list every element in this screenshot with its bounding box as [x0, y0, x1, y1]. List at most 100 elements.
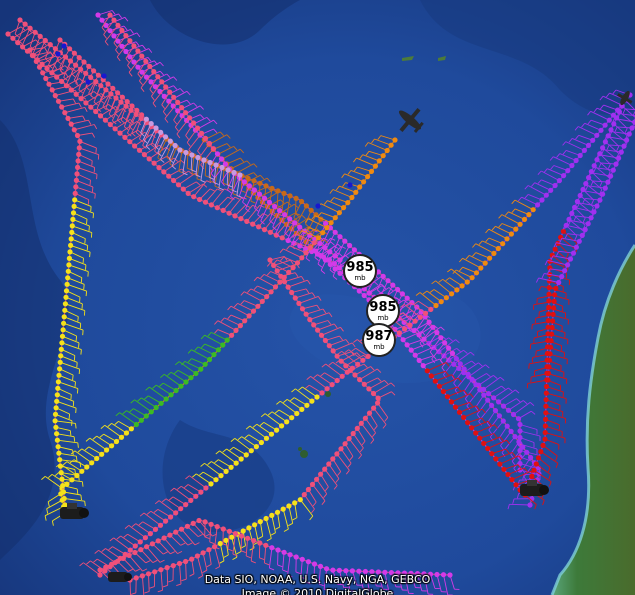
observation-dot[interactable]: [226, 528, 232, 534]
observation-dot[interactable]: [115, 22, 121, 28]
observation-dot[interactable]: [93, 108, 99, 115]
observation-dot[interactable]: [556, 279, 562, 286]
observation-dot[interactable]: [220, 342, 226, 348]
observation-dot[interactable]: [535, 202, 541, 208]
observation-dot[interactable]: [548, 338, 554, 344]
observation-dot[interactable]: [266, 199, 273, 205]
observation-dot[interactable]: [68, 236, 74, 242]
observation-dot[interactable]: [68, 242, 74, 248]
observation-dot[interactable]: [505, 471, 511, 478]
observation-dot[interactable]: [57, 457, 63, 463]
observation-dot[interactable]: [59, 104, 65, 110]
observation-dot[interactable]: [500, 241, 506, 247]
observation-dot[interactable]: [380, 153, 386, 159]
observation-dot[interactable]: [565, 262, 571, 268]
observation-dot[interactable]: [206, 547, 212, 553]
observation-dot[interactable]: [342, 238, 348, 244]
observation-dot[interactable]: [55, 51, 61, 57]
observation-dot[interactable]: [69, 229, 75, 235]
observation-dot[interactable]: [293, 195, 299, 201]
observation-dot[interactable]: [473, 382, 479, 388]
observation-dot[interactable]: [179, 105, 185, 111]
observation-dot[interactable]: [352, 372, 358, 378]
observation-dot[interactable]: [332, 215, 338, 221]
observation-dot[interactable]: [315, 327, 321, 333]
observation-dot[interactable]: [198, 366, 204, 372]
observation-dot[interactable]: [76, 145, 82, 151]
observation-dot[interactable]: [508, 231, 514, 237]
observation-dot[interactable]: [268, 431, 275, 437]
observation-dot[interactable]: [426, 319, 432, 325]
observation-dot[interactable]: [245, 535, 251, 541]
observation-dot[interactable]: [263, 542, 269, 548]
observation-dot[interactable]: [129, 103, 135, 109]
observation-dot[interactable]: [512, 434, 518, 440]
observation-dot[interactable]: [299, 255, 305, 261]
observation-dot[interactable]: [191, 120, 197, 126]
observation-dot[interactable]: [76, 151, 82, 157]
observation-dot[interactable]: [163, 396, 169, 402]
observation-dot[interactable]: [71, 203, 77, 209]
observation-dot[interactable]: [517, 421, 523, 428]
observation-dot[interactable]: [134, 107, 140, 113]
observation-dot[interactable]: [493, 456, 499, 462]
observation-dot[interactable]: [66, 262, 72, 268]
observation-dot[interactable]: [606, 117, 612, 123]
observation-dot[interactable]: [353, 189, 359, 195]
observation-dot[interactable]: [562, 268, 568, 274]
observation-dot[interactable]: [299, 198, 305, 205]
observation-dot[interactable]: [360, 357, 366, 363]
observation-dot[interactable]: [552, 292, 558, 298]
observation-dot[interactable]: [361, 292, 367, 299]
observation-dot[interactable]: [61, 320, 67, 326]
observation-dot[interactable]: [156, 165, 162, 171]
observation-dot[interactable]: [432, 378, 438, 384]
observation-dot[interactable]: [309, 398, 315, 404]
observation-dot[interactable]: [167, 89, 173, 95]
observation-dot[interactable]: [91, 68, 97, 74]
observation-dot[interactable]: [180, 186, 186, 192]
observation-dot[interactable]: [238, 216, 244, 222]
observation-dot[interactable]: [370, 390, 377, 397]
observation-dot[interactable]: [275, 547, 281, 553]
observation-dot[interactable]: [128, 426, 134, 432]
observation-dot[interactable]: [168, 514, 174, 520]
observation-dot[interactable]: [203, 485, 209, 491]
observation-dot[interactable]: [296, 300, 302, 306]
observation-dot[interactable]: [168, 392, 174, 398]
observation-dot[interactable]: [115, 90, 121, 96]
observation-dot[interactable]: [215, 347, 221, 353]
observation-dot[interactable]: [148, 121, 154, 127]
observation-dot[interactable]: [132, 543, 138, 549]
observation-dot[interactable]: [517, 428, 523, 434]
observation-dot[interactable]: [585, 221, 591, 227]
observation-dot[interactable]: [248, 448, 254, 454]
observation-dot[interactable]: [301, 492, 307, 498]
observation-dot[interactable]: [402, 326, 408, 332]
observation-dot[interactable]: [552, 182, 558, 189]
observation-dot[interactable]: [454, 287, 460, 293]
observation-dot[interactable]: [583, 181, 589, 187]
observation-dot[interactable]: [27, 47, 33, 53]
observation-dot[interactable]: [293, 554, 299, 560]
observation-dot[interactable]: [438, 299, 444, 305]
observation-dot[interactable]: [328, 220, 334, 226]
observation-dot[interactable]: [546, 357, 553, 363]
observation-dot[interactable]: [547, 351, 553, 357]
observation-dot[interactable]: [388, 142, 394, 148]
observation-dot[interactable]: [570, 250, 577, 256]
observation-dot[interactable]: [274, 427, 280, 433]
observation-dot[interactable]: [320, 230, 326, 236]
observation-dot[interactable]: [213, 162, 219, 168]
observation-dot[interactable]: [59, 476, 65, 482]
observation-dot[interactable]: [485, 397, 491, 403]
observation-dot[interactable]: [326, 461, 332, 467]
observation-dot[interactable]: [188, 497, 194, 503]
observation-dot[interactable]: [284, 419, 290, 425]
observation-dot[interactable]: [246, 313, 252, 319]
observation-dot[interactable]: [289, 415, 295, 421]
observation-dot[interactable]: [69, 223, 75, 229]
observation-dot[interactable]: [59, 340, 65, 346]
observation-dot[interactable]: [52, 411, 59, 417]
observation-dot[interactable]: [430, 324, 436, 330]
